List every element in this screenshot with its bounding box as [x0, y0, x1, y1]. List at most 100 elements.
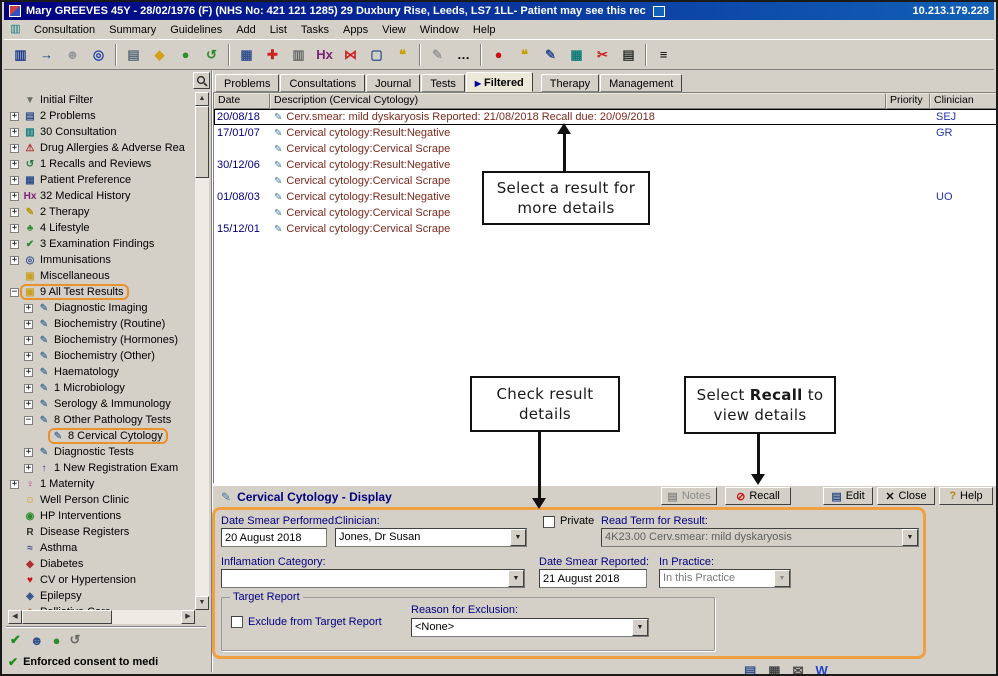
change-patient-button[interactable]: → [34, 42, 59, 67]
column-header-priority[interactable]: Priority [886, 93, 930, 109]
tree-item-serology-immunology[interactable]: +✎Serology & Immunology [8, 396, 193, 412]
expand-plus-icon[interactable]: + [24, 464, 33, 473]
expand-plus-icon[interactable]: + [10, 240, 19, 249]
medical-history-button[interactable]: Hx [312, 42, 337, 67]
expand-plus-icon[interactable]: + [24, 320, 33, 329]
scroll-right-button[interactable]: ▶ [181, 610, 195, 624]
save-button[interactable]: ▤ [121, 42, 146, 67]
expand-plus-icon[interactable]: + [24, 352, 33, 361]
menu-consultation[interactable]: Consultation [27, 22, 102, 38]
recall-button[interactable]: ⊘Recall [725, 487, 791, 505]
window-control-icon[interactable] [653, 6, 665, 17]
mail-icon[interactable]: ✉ [793, 663, 804, 676]
expand-plus-icon[interactable]: + [10, 112, 19, 121]
edit-button[interactable]: ▤Edit [823, 487, 873, 505]
referral-button[interactable]: ⋈ [338, 42, 363, 67]
tab-management[interactable]: Management [600, 74, 682, 92]
expand-plus-icon[interactable]: + [10, 224, 19, 233]
printer-icon[interactable]: ▦ [768, 663, 780, 676]
private-checkbox[interactable] [543, 516, 555, 528]
menu-tasks[interactable]: Tasks [294, 22, 336, 38]
dropdown-arrow-icon[interactable]: ▼ [508, 570, 524, 587]
tree-item-1-recalls-and-reviews[interactable]: +↺1 Recalls and Reviews [8, 156, 193, 172]
calculator-button[interactable]: ▦ [564, 42, 589, 67]
tree-item-8-cervical-cytology[interactable]: ✎8 Cervical Cytology [8, 428, 193, 444]
date-smear-reported-input[interactable] [539, 569, 647, 588]
tab-therapy[interactable]: Therapy [541, 74, 599, 92]
tree-item-9-all-test-results[interactable]: −▣9 All Test Results [8, 284, 193, 300]
tree-item-patient-preference[interactable]: +▦Patient Preference [8, 172, 193, 188]
column-header-clinician[interactable]: Clinician [930, 93, 997, 109]
therapy-button[interactable]: ◆ [147, 42, 172, 67]
menu-list[interactable]: List [263, 22, 294, 38]
expand-plus-icon[interactable]: + [24, 448, 33, 457]
scroll-down-button[interactable]: ▼ [195, 596, 209, 610]
lifestyle-apple-icon[interactable]: ● [53, 633, 61, 648]
tree-item-diagnostic-tests[interactable]: +✎Diagnostic Tests [8, 444, 193, 460]
menu-view[interactable]: View [375, 22, 413, 38]
tree-item-immunisations[interactable]: +◎Immunisations [8, 252, 193, 268]
date-smear-performed-input[interactable] [221, 528, 327, 547]
tree-item-miscellaneous[interactable]: ▣Miscellaneous [8, 268, 193, 284]
menu-apps[interactable]: Apps [336, 22, 375, 38]
scroll-up-button[interactable]: ▲ [195, 92, 209, 106]
tree-item-1-maternity[interactable]: +♀1 Maternity [8, 476, 193, 492]
tree-item-initial-filter[interactable]: ▼Initial Filter [8, 92, 193, 108]
tree-item-diagnostic-imaging[interactable]: +✎Diagnostic Imaging [8, 300, 193, 316]
expand-plus-icon[interactable]: + [10, 256, 19, 265]
tree-item-asthma[interactable]: ≈Asthma [8, 540, 193, 556]
vertical-scroll-thumb[interactable] [195, 106, 209, 178]
tree-item-cv-or-hypertension[interactable]: ♥CV or Hypertension [8, 572, 193, 588]
menu-window[interactable]: Window [413, 22, 466, 38]
horizontal-scroll-thumb[interactable] [22, 610, 112, 624]
expand-plus-icon[interactable]: + [10, 128, 19, 137]
exclude-target-report-checkbox[interactable] [231, 616, 243, 628]
keyboard-button[interactable]: ▤ [616, 42, 641, 67]
tree-item-32-medical-history[interactable]: +Hx32 Medical History [8, 188, 193, 204]
tree-horizontal-scrollbar[interactable]: ◀ ▶ [8, 610, 195, 624]
result-row[interactable]: ✎Cervical cytology:Cervical Scrape [214, 141, 997, 157]
tree-item-1-new-registration-exam[interactable]: +↑1 New Registration Exam [8, 460, 193, 476]
collapse-minus-icon[interactable]: − [10, 288, 19, 297]
add-button[interactable]: ✚ [260, 42, 285, 67]
tree-item-drug-allergies-adverse-rea[interactable]: +⚠Drug Allergies & Adverse Rea [8, 140, 193, 156]
comment-button[interactable]: ❝ [390, 42, 415, 67]
expand-plus-icon[interactable]: + [24, 400, 33, 409]
help-button[interactable]: ?Help [939, 487, 993, 505]
expand-plus-icon[interactable]: + [24, 304, 33, 313]
tree-item-2-problems[interactable]: +▤2 Problems [8, 108, 193, 124]
scroll-left-button[interactable]: ◀ [8, 610, 22, 624]
tree-item-biochemistry-routine[interactable]: +✎Biochemistry (Routine) [8, 316, 193, 332]
tree-item-biochemistry-hormones[interactable]: +✎Biochemistry (Hormones) [8, 332, 193, 348]
expand-plus-icon[interactable]: + [10, 192, 19, 201]
more-button[interactable]: … [451, 42, 476, 67]
dropdown-arrow-icon[interactable]: ▼ [632, 619, 648, 636]
tree-item-well-person-clinic[interactable]: ☺Well Person Clinic [8, 492, 193, 508]
monitor-button[interactable]: ▢ [364, 42, 389, 67]
expand-plus-icon[interactable]: + [10, 144, 19, 153]
tab-journal[interactable]: Journal [366, 74, 420, 92]
tab-problems[interactable]: Problems [215, 74, 279, 92]
close-button[interactable]: ✕Close [877, 487, 935, 505]
tab-tests[interactable]: Tests [421, 74, 465, 92]
write-note-button[interactable]: ✎ [538, 42, 563, 67]
collapse-minus-icon[interactable]: − [24, 416, 33, 425]
tree-item-3-examination-findings[interactable]: +✔3 Examination Findings [8, 236, 193, 252]
expand-plus-icon[interactable]: + [10, 160, 19, 169]
menu-summary[interactable]: Summary [102, 22, 163, 38]
result-row[interactable]: 17/01/07✎Cervical cytology:Result:Negati… [214, 125, 997, 141]
record-button[interactable]: ● [486, 42, 511, 67]
tree-item-diabetes[interactable]: ◆Diabetes [8, 556, 193, 572]
journal-button[interactable]: ▦ [234, 42, 259, 67]
clinician-combo[interactable]: Jones, Dr Susan ▼ [335, 528, 527, 547]
menu-help[interactable]: Help [466, 22, 503, 38]
expand-plus-icon[interactable]: + [24, 384, 33, 393]
tree-item-hp-interventions[interactable]: ◉HP Interventions [8, 508, 193, 524]
expand-plus-icon[interactable]: + [10, 176, 19, 185]
tree-vertical-scrollbar[interactable]: ▲ ▼ [195, 92, 209, 610]
lifestyle-button[interactable]: ● [173, 42, 198, 67]
consent-check-icon[interactable]: ✔ [10, 632, 21, 648]
column-header-date[interactable]: Date [214, 93, 270, 109]
column-header-description[interactable]: Description (Cervical Cytology) [270, 93, 886, 109]
note-button[interactable]: ❝ [512, 42, 537, 67]
